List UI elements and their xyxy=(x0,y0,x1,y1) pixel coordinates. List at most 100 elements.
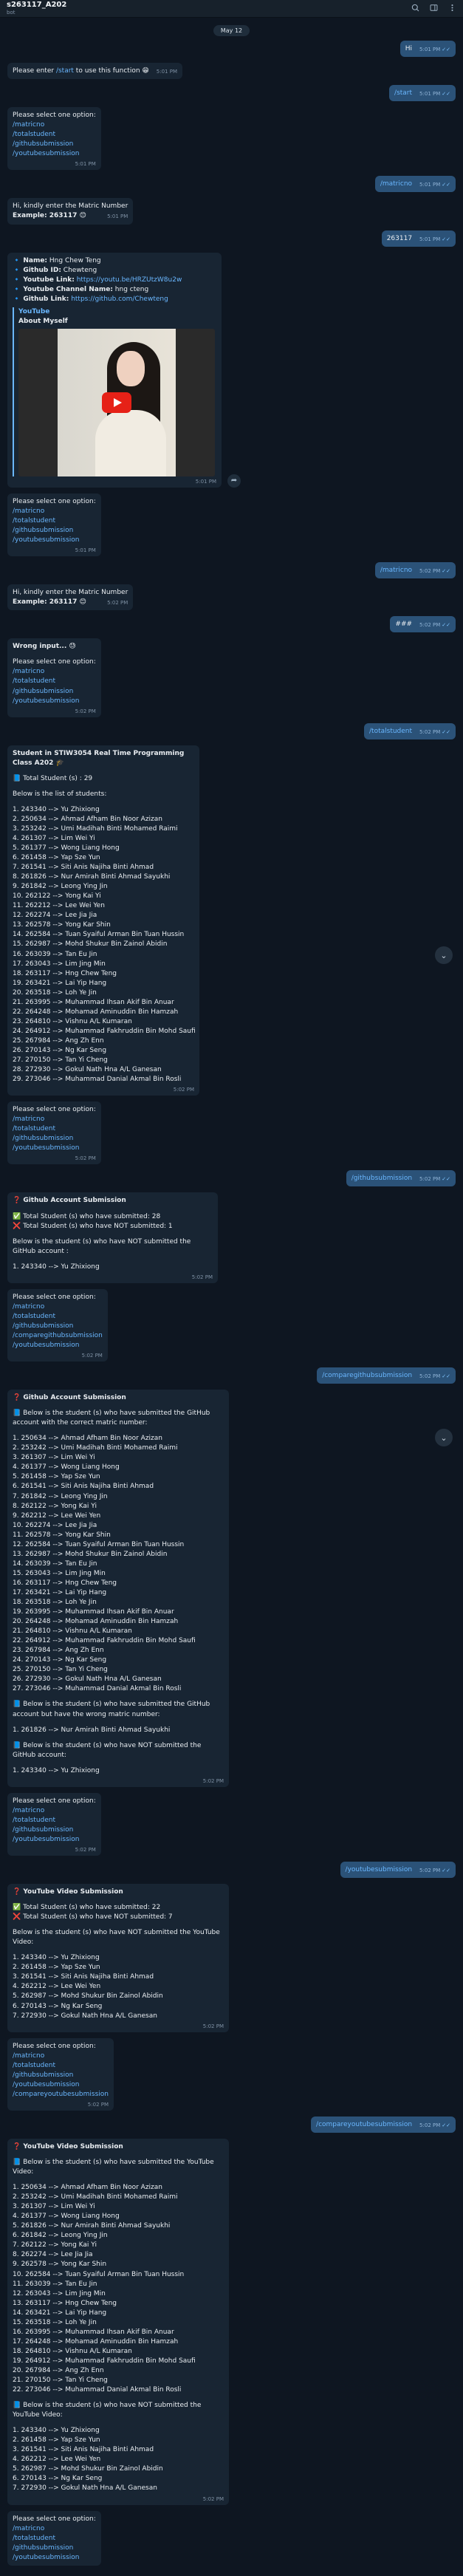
command-link-totalstudent[interactable]: /totalstudent xyxy=(13,2534,96,2543)
command-link-youtubesubmission[interactable]: /youtubesubmission xyxy=(13,2553,96,2563)
command-link-totalstudent[interactable]: /totalstudent xyxy=(13,516,96,526)
outgoing-message[interactable]: /youtubesubmission 5:02 PM ✓✓ xyxy=(340,1862,456,1879)
outgoing-message[interactable]: /totalstudent 5:02 PM ✓✓ xyxy=(364,722,456,739)
outgoing-message[interactable]: /githubsubmission 5:02 PM ✓✓ xyxy=(346,1170,456,1187)
incoming-message[interactable]: Please select one option: /matricno /tot… xyxy=(7,2510,101,2566)
message-row: ❓ Github Account Submission ✅ Total Stud… xyxy=(7,1192,456,1283)
incoming-message[interactable]: Please select one option: /matricno /tot… xyxy=(7,107,101,171)
list-item: 16. 263995 --> Muhammad Ihsan Akif Bin A… xyxy=(13,2328,174,2336)
message-text: Hi xyxy=(405,45,413,52)
command-link-totalstudent[interactable]: /totalstudent xyxy=(13,1816,96,1825)
command-link-youtubesubmission[interactable]: /youtubesubmission xyxy=(13,1341,103,1350)
incoming-message[interactable]: Please select one option: /matricno /tot… xyxy=(7,1101,101,1165)
command-link-youtubesubmission[interactable]: /youtubesubmission xyxy=(13,697,96,706)
command-link-matricno[interactable]: /matricno xyxy=(13,667,96,677)
command-link-youtubesubmission[interactable]: /youtubesubmission xyxy=(13,1835,96,1845)
list-item: 5. 262987 --> Mohd Shukur Bin Zainol Abi… xyxy=(13,2465,163,2473)
message-text[interactable]: /matricno xyxy=(380,567,412,574)
message-text[interactable]: /githubsubmission xyxy=(351,1175,412,1182)
command-link-githubsubmission[interactable]: /githubsubmission xyxy=(13,2071,109,2080)
search-icon[interactable] xyxy=(411,4,419,14)
link-preview-card[interactable]: YouTube About Myself xyxy=(13,307,216,476)
message-text[interactable]: /comparegithubsubmission xyxy=(322,1372,412,1379)
command-link-githubsubmission[interactable]: /githubsubmission xyxy=(13,1322,103,1331)
message-row: Hi, kindly enter the Matric Number Examp… xyxy=(7,198,456,225)
more-vertical-icon[interactable] xyxy=(448,4,456,14)
play-icon[interactable] xyxy=(102,392,131,413)
command-link-githubsubmission[interactable]: /githubsubmission xyxy=(13,1825,96,1835)
incoming-message[interactable]: Please select one option: /matricno /tot… xyxy=(7,2037,114,2111)
command-link-matricno[interactable]: /matricno xyxy=(13,507,96,516)
command-link-matricno[interactable]: /matricno xyxy=(13,2524,96,2534)
incoming-message-youtube-compare[interactable]: ❓ YouTube Video Submission 📘 Below is th… xyxy=(7,2138,229,2505)
message-text[interactable]: /start xyxy=(394,89,412,97)
chevron-down-icon[interactable]: ⌄ xyxy=(435,946,453,964)
incoming-message[interactable]: Hi, kindly enter the Matric Number Examp… xyxy=(7,198,134,225)
command-link-totalstudent[interactable]: /totalstudent xyxy=(13,677,96,686)
example-label: Example: 263117 😊 xyxy=(13,598,86,607)
incoming-message[interactable]: Please select one option: /matricno /tot… xyxy=(7,1288,108,1362)
command-link-githubsubmission[interactable]: /githubsubmission xyxy=(13,526,96,536)
command-link-youtubesubmission[interactable]: /youtubesubmission xyxy=(13,149,96,159)
incoming-message[interactable]: Please enter /start to use this function… xyxy=(7,63,182,80)
incoming-message-student-list[interactable]: Student in STIW3054 Real Time Programmin… xyxy=(7,745,199,1096)
incoming-message-profile[interactable]: 🔹 Name: Hng Chew Teng 🔹 Github ID: Chewt… xyxy=(7,252,222,488)
command-link-matricno[interactable]: /matricno xyxy=(13,2051,109,2061)
incoming-message-youtube-summary[interactable]: ❓ YouTube Video Submission ✅ Total Stude… xyxy=(7,1884,229,2032)
list-item: 1. 243340 --> Yu Zhixiong xyxy=(13,2427,100,2435)
outgoing-message[interactable]: /compareyoutubesubmission 5:02 PM ✓✓ xyxy=(311,2116,456,2133)
outgoing-message[interactable]: /matricno 5:02 PM ✓✓ xyxy=(374,562,456,579)
outgoing-message[interactable]: /matricno 5:01 PM ✓✓ xyxy=(374,176,456,193)
command-link-youtubesubmission[interactable]: /youtubesubmission xyxy=(13,1144,96,1153)
list-item: 9. 262212 --> Lee Wei Yen xyxy=(13,1511,101,1520)
share-icon[interactable]: ➦ xyxy=(227,474,241,488)
incoming-message[interactable]: Hi, kindly enter the Matric Number Examp… xyxy=(7,584,134,611)
message-row: 263117 5:01 PM ✓✓ xyxy=(7,230,456,247)
message-text[interactable]: /matricno xyxy=(380,180,412,188)
command-link-youtubesubmission[interactable]: /youtubesubmission xyxy=(13,2080,109,2090)
message-text[interactable]: /youtubesubmission xyxy=(346,1866,413,1873)
command-link-youtubesubmission[interactable]: /youtubesubmission xyxy=(13,536,96,545)
message-text[interactable]: /compareyoutubesubmission xyxy=(316,2121,412,2128)
video-thumbnail[interactable] xyxy=(18,328,215,476)
command-link-githubsubmission[interactable]: /githubsubmission xyxy=(13,1134,96,1144)
outgoing-message[interactable]: /start 5:01 PM ✓✓ xyxy=(389,85,456,102)
command-link-githubsubmission[interactable]: /githubsubmission xyxy=(13,687,96,697)
start-command-link[interactable]: /start xyxy=(56,67,74,75)
message-time: 5:01 PM ✓✓ xyxy=(419,47,450,52)
outgoing-message[interactable]: 263117 5:01 PM ✓✓ xyxy=(381,230,456,247)
incoming-message-github-compare[interactable]: ❓ Github Account Submission 📘 Below is t… xyxy=(7,1390,229,1787)
youtube-link[interactable]: https://youtu.be/HRZUtzW8u2w xyxy=(75,276,182,284)
command-link-matricno[interactable]: /matricno xyxy=(13,1806,96,1816)
chevron-down-icon[interactable]: ⌄ xyxy=(435,1429,453,1446)
command-link-matricno[interactable]: /matricno xyxy=(13,1115,96,1124)
incoming-message-github-summary[interactable]: ❓ Github Account Submission ✅ Total Stud… xyxy=(7,1192,218,1283)
message-text[interactable]: /totalstudent xyxy=(369,728,412,735)
outgoing-message[interactable]: /comparegithubsubmission 5:02 PM ✓✓ xyxy=(317,1367,456,1384)
message-time: 5:02 PM xyxy=(107,600,128,607)
message-row: Please enter /start to use this function… xyxy=(7,63,456,80)
list-item: 2. 250634 --> Ahmad Afham Bin Noor Aziza… xyxy=(13,815,163,823)
command-link-totalstudent[interactable]: /totalstudent xyxy=(13,1312,103,1322)
chat-title-box[interactable]: s263117_A202 bot xyxy=(7,1,66,16)
preview-title: About Myself xyxy=(18,317,68,325)
incoming-message[interactable]: Please select one option: /matricno /tot… xyxy=(7,1792,101,1856)
outgoing-message[interactable]: ### 5:02 PM ✓✓ xyxy=(390,616,456,633)
command-link-compareyoutubesubmission[interactable]: /compareyoutubesubmission xyxy=(13,2090,109,2100)
command-link-githubsubmission[interactable]: /githubsubmission xyxy=(13,140,96,149)
command-link-totalstudent[interactable]: /totalstudent xyxy=(13,2061,109,2071)
github-link[interactable]: https://github.com/Chewteng xyxy=(69,295,168,303)
command-link-comparegithubsubmission[interactable]: /comparegithubsubmission xyxy=(13,1331,103,1341)
command-link-totalstudent[interactable]: /totalstudent xyxy=(13,1124,96,1134)
incoming-message[interactable]: Wrong input... 😓 Please select one optio… xyxy=(7,638,101,717)
list-item: 9. 261842 --> Leong Ying Jin xyxy=(13,883,108,891)
columns-icon[interactable] xyxy=(430,4,438,14)
command-link-matricno[interactable]: /matricno xyxy=(13,1302,103,1312)
command-link-matricno[interactable]: /matricno xyxy=(13,120,96,130)
incoming-message[interactable]: Please select one option: /matricno /tot… xyxy=(7,493,101,557)
command-link-githubsubmission[interactable]: /githubsubmission xyxy=(13,2543,96,2553)
command-link-totalstudent[interactable]: /totalstudent xyxy=(13,130,96,140)
message-text: Hi, kindly enter the Matric Number xyxy=(13,589,128,597)
outgoing-message[interactable]: Hi 5:01 PM ✓✓ xyxy=(399,41,456,58)
list-item: 15. 263518 --> Loh Ye Jin xyxy=(13,2318,97,2326)
